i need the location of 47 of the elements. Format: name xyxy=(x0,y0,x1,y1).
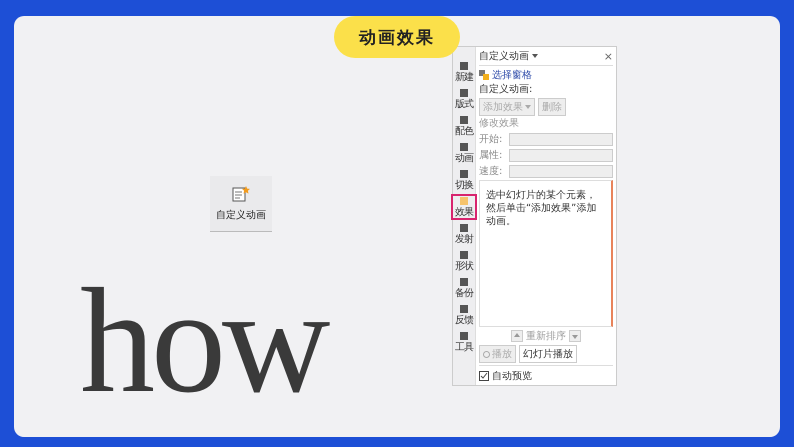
square-icon xyxy=(459,169,469,179)
sidebar-tool[interactable]: 版式 xyxy=(453,88,475,110)
panes-icon xyxy=(479,70,489,80)
selection-pane-link[interactable]: 选择窗格 xyxy=(492,68,532,82)
square-icon xyxy=(459,304,469,314)
sidebar-tool[interactable]: 效果 xyxy=(453,196,475,218)
square-icon xyxy=(459,142,469,152)
caret-icon xyxy=(532,54,538,58)
circle-icon xyxy=(483,350,490,358)
sidebar-tool[interactable]: 备份 xyxy=(453,277,475,299)
sidebar-tool[interactable]: 配色 xyxy=(453,115,475,137)
title-badge: 动画效果 xyxy=(334,16,460,58)
up-arrow-icon xyxy=(514,333,520,339)
square-icon xyxy=(459,223,469,233)
move-down-button[interactable] xyxy=(569,330,581,342)
custom-animation-button[interactable]: 自定义动画 xyxy=(210,176,272,232)
square-icon xyxy=(459,61,469,71)
square-icon xyxy=(459,277,469,287)
reorder-label: 重新排序 xyxy=(526,330,566,343)
checkbox[interactable] xyxy=(479,371,489,381)
document-star-icon xyxy=(232,186,250,202)
section-label: 自定义动画: xyxy=(479,84,534,96)
sidebar-tool[interactable]: 发射 xyxy=(453,223,475,245)
move-up-button[interactable] xyxy=(511,330,523,342)
sidebar-tool[interactable]: 切换 xyxy=(453,169,475,191)
panel-title[interactable]: 自定义动画 xyxy=(479,49,529,63)
sidebar-tool[interactable]: 形状 xyxy=(453,250,475,272)
list-hint: 选中幻灯片的某个元素，然后单击“添加效果”添加动画。 xyxy=(486,189,598,228)
square-icon xyxy=(459,196,469,206)
square-icon xyxy=(459,250,469,260)
square-icon xyxy=(459,88,469,98)
field-label: 速度: xyxy=(479,164,504,178)
square-icon xyxy=(459,115,469,125)
large-text: how xyxy=(80,266,326,416)
slideshow-button[interactable]: 幻灯片播放 xyxy=(519,345,577,363)
section-label: 修改效果 xyxy=(479,118,520,130)
field-label: 开始: xyxy=(479,133,504,146)
sidebar-tool[interactable]: 反馈 xyxy=(453,304,475,326)
close-button[interactable]: × xyxy=(604,50,613,62)
checkbox-label: 自动预览 xyxy=(492,370,532,383)
field-label: 属性: xyxy=(479,148,504,162)
down-arrow-icon xyxy=(572,333,578,339)
sidebar-tool[interactable]: 新建 xyxy=(453,61,475,83)
sidebar-tool[interactable]: 动画 xyxy=(453,142,475,164)
caret-icon xyxy=(525,105,531,109)
sidebar-tool[interactable]: 工具 xyxy=(453,331,475,353)
square-icon xyxy=(459,331,469,341)
